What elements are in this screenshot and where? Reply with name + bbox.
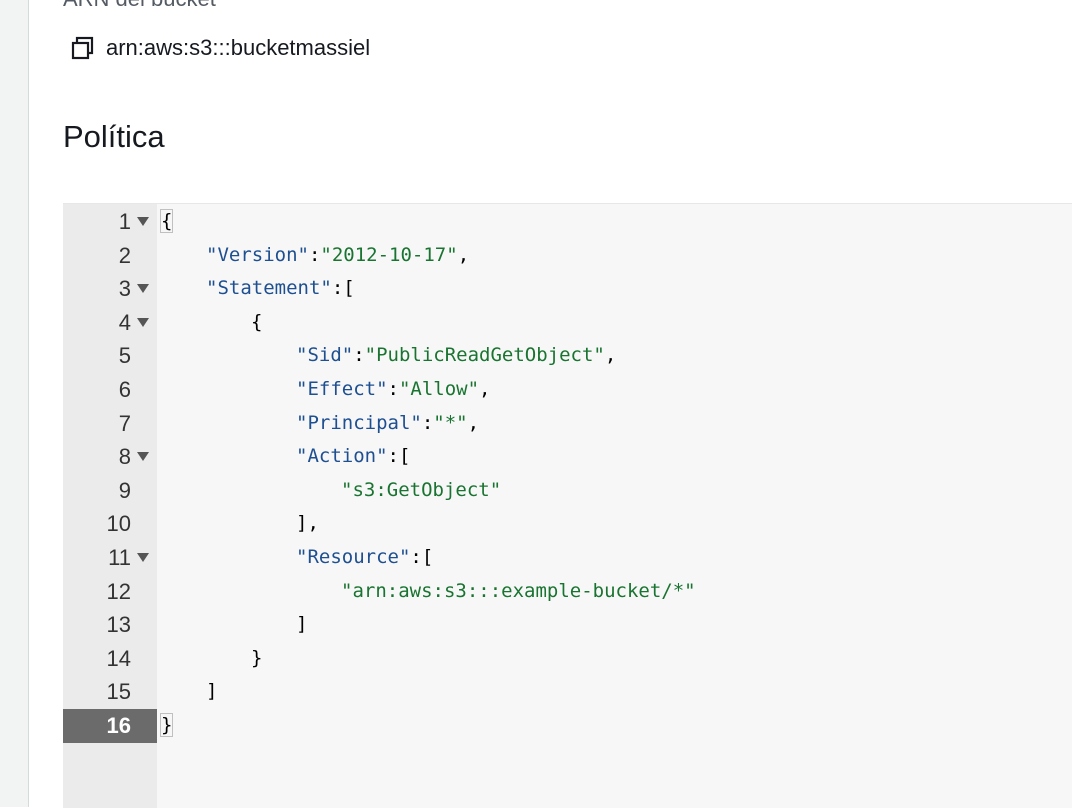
- line-number: 1: [118, 209, 131, 234]
- fold-toggle-icon[interactable]: [137, 205, 151, 239]
- line-number: 14: [106, 645, 131, 671]
- json-punctuation: ,: [467, 411, 480, 434]
- line-number: 13: [106, 612, 131, 638]
- code-text: "Effect":"Allow",: [161, 373, 491, 407]
- code-text: }: [159, 709, 174, 743]
- json-string: "arn:aws:s3:::example-bucket/*": [341, 579, 696, 602]
- code-line[interactable]: 14}: [63, 642, 1072, 676]
- code-text: ]: [161, 675, 217, 709]
- line-number: 9: [118, 477, 131, 503]
- json-punctuation: }: [251, 646, 263, 669]
- json-key: "Version": [206, 243, 309, 266]
- code-text: "s3:GetObject": [161, 474, 501, 508]
- line-number: 3: [118, 276, 131, 302]
- line-number: 6: [118, 377, 131, 402]
- json-punctuation: }: [159, 713, 174, 737]
- json-punctuation: :[: [410, 546, 434, 568]
- code-text: ],: [161, 507, 319, 541]
- code-line[interactable]: 12 "arn:aws:s3:::example-bucket/*": [63, 575, 1072, 609]
- line-number: 15: [106, 679, 131, 705]
- line-number: 16: [106, 713, 131, 738]
- code-line[interactable]: 1{: [63, 205, 1072, 239]
- json-string: "*": [433, 411, 468, 434]
- fold-toggle-icon[interactable]: [137, 541, 151, 575]
- line-number: 4: [118, 309, 131, 335]
- code-text: "Sid":"PublicReadGetObject",: [161, 339, 616, 373]
- code-line[interactable]: 5 "Sid":"PublicReadGetObject",: [63, 339, 1072, 373]
- line-number: 2: [118, 242, 131, 268]
- bucket-arn-value: arn:aws:s3:::bucketmassiel: [106, 35, 371, 60]
- fold-toggle-icon[interactable]: [137, 306, 151, 340]
- code-text: "Resource":[: [161, 541, 433, 575]
- code-text: ]: [161, 608, 307, 642]
- code-line[interactable]: 3 "Statement":[: [63, 272, 1072, 306]
- code-text: "Principal":"*",: [161, 407, 479, 441]
- code-line[interactable]: 13]: [63, 608, 1072, 642]
- line-number: 12: [106, 578, 131, 604]
- bucket-arn-label: ARN del bucket: [63, 0, 216, 12]
- json-punctuation: :: [308, 243, 321, 266]
- json-punctuation: ,: [604, 344, 617, 367]
- policy-title: Política: [63, 119, 165, 154]
- json-key: "Statement": [206, 277, 332, 300]
- line-number: 8: [118, 444, 131, 470]
- code-text: {: [161, 306, 262, 340]
- code-line[interactable]: 4{: [63, 306, 1072, 340]
- code-text: "Statement":[: [161, 272, 355, 306]
- json-punctuation: ,: [479, 378, 491, 400]
- json-punctuation: ]: [296, 613, 308, 636]
- line-number: 7: [118, 410, 131, 436]
- json-punctuation: :: [387, 378, 399, 400]
- json-key: "Action": [296, 445, 388, 468]
- json-punctuation: :: [353, 344, 365, 367]
- json-punctuation: ,: [457, 243, 470, 266]
- json-punctuation: :[: [387, 445, 411, 468]
- left-rail: [0, 0, 29, 807]
- line-number: 11: [108, 545, 131, 570]
- code-line[interactable]: 11 "Resource":[: [63, 541, 1072, 575]
- json-string: "Allow": [398, 378, 480, 400]
- json-punctuation: ],: [296, 512, 319, 535]
- code-text: {: [159, 205, 174, 239]
- line-number: 10: [106, 511, 131, 537]
- code-line[interactable]: 9 "s3:GetObject": [63, 474, 1072, 508]
- json-key: "Resource": [296, 546, 411, 568]
- code-line[interactable]: 2 "Version":"2012-10-17",: [63, 239, 1072, 273]
- code-line[interactable]: 15]: [63, 675, 1072, 709]
- json-key: "Principal": [296, 411, 422, 434]
- code-line[interactable]: 7 "Principal":"*",: [63, 407, 1072, 441]
- copy-icon[interactable]: [70, 35, 96, 61]
- code-text: "Action":[: [161, 440, 410, 474]
- code-line[interactable]: 8 "Action":[: [63, 440, 1072, 474]
- fold-toggle-icon[interactable]: [137, 272, 151, 306]
- code-line[interactable]: 16}: [63, 709, 1072, 743]
- json-key: "Effect": [296, 378, 388, 400]
- json-string: "s3:GetObject": [341, 478, 502, 501]
- code-text: "arn:aws:s3:::example-bucket/*": [161, 575, 696, 609]
- fold-toggle-icon[interactable]: [137, 440, 151, 474]
- line-number: 5: [118, 343, 131, 369]
- json-punctuation: {: [251, 310, 263, 333]
- json-punctuation: {: [159, 209, 174, 233]
- json-punctuation: ]: [206, 680, 218, 703]
- code-text: }: [161, 642, 262, 676]
- json-punctuation: :[: [331, 277, 355, 300]
- json-string: "PublicReadGetObject": [364, 344, 605, 367]
- code-line[interactable]: 10],: [63, 507, 1072, 541]
- bucket-arn-row: arn:aws:s3:::bucketmassiel: [70, 33, 370, 63]
- json-string: "2012-10-17": [320, 243, 458, 266]
- json-punctuation: :: [421, 411, 434, 434]
- json-key: "Sid": [296, 344, 354, 367]
- code-text: "Version":"2012-10-17",: [161, 239, 469, 273]
- policy-code-editor[interactable]: 1{2 "Version":"2012-10-17", 3 "Statement":[…: [63, 203, 1072, 808]
- code-line[interactable]: 6 "Effect":"Allow",: [63, 373, 1072, 407]
